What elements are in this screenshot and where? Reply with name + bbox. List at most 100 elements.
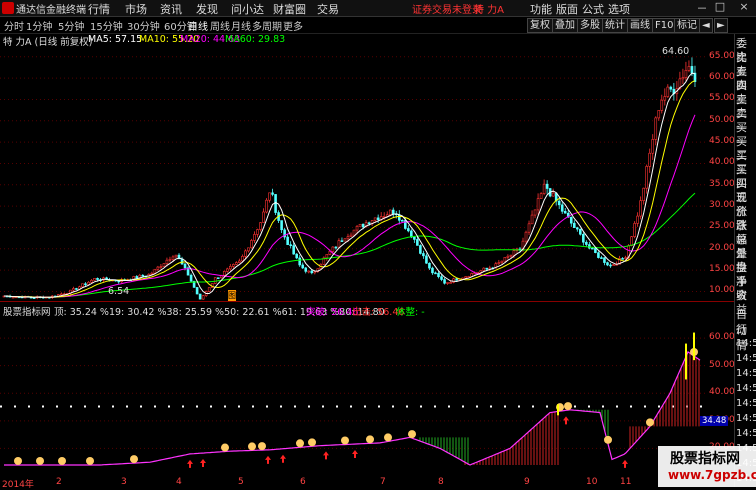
candle-body [657,110,661,119]
candle-body [437,272,440,277]
period-5min[interactable]: 5分钟 [58,18,84,33]
maximize-button[interactable]: □ [712,0,728,15]
candle-body [174,254,178,258]
period-30min[interactable]: 30分钟 [127,18,160,33]
date-tick: 5 [238,477,244,487]
candle-body [171,256,175,260]
menu-shichang[interactable]: 市场 [125,1,147,17]
candle-body [325,254,329,259]
tick-time: 14:56 [736,413,756,424]
period-multi[interactable]: 多周期 [252,18,282,33]
f10-button[interactable]: F10 [652,18,677,33]
menu-gongneng[interactable]: 功能 [530,1,552,17]
candle-body [579,228,582,235]
candle-body [621,258,624,260]
candle-body [533,209,537,216]
prev-button[interactable]: ◄ [699,18,713,33]
price-tick: 15.00 [709,264,735,275]
candle-body [648,152,652,167]
menu-jiaoyi[interactable]: 交易 [317,1,339,17]
period-week[interactable]: 周线 [210,18,230,33]
fuquan-button[interactable]: 复权 [527,18,553,33]
indicator-tick: 60.00 [709,332,735,343]
period-more[interactable]: 更多 [283,18,303,33]
candle-body [355,225,359,231]
date-tick: 2014年 [2,480,34,490]
candle-body [343,238,347,242]
period-fenshi[interactable]: 分时 [4,18,24,33]
draw-line-button[interactable]: 画线 [627,18,653,33]
money-bag-icon [36,456,44,465]
event-marker[interactable]: 图 [228,290,236,301]
menu-xuanxiang[interactable]: 选项 [608,1,630,17]
candle-body [422,253,425,257]
period-day[interactable]: 日线 [188,18,208,33]
money-bag-icon [130,455,138,464]
candle-body [576,227,579,230]
price-tick: 30.00 [709,200,735,211]
candle-body [636,215,639,224]
period-month[interactable]: 月线 [231,18,251,33]
tick-time: 14:56 [736,383,756,394]
ma10-line [4,80,696,298]
candle-body [75,288,78,290]
login-warning[interactable]: 证券交易未登录 [412,1,482,16]
candle-body [207,287,211,292]
money-bag-icon [366,435,374,444]
indicator-chart[interactable] [0,316,708,476]
candle-body [449,282,452,284]
multi-stock-button[interactable]: 多股 [577,18,603,33]
candle-body [159,266,163,268]
period-1min[interactable]: 1分钟 [26,18,52,33]
candle-body [446,282,449,284]
candle-body [428,262,431,269]
candlestick-chart[interactable] [0,44,708,300]
price-tick: 60.00 [709,72,735,83]
menu-banmian[interactable]: 版面 [556,1,578,17]
candle-body [690,66,694,74]
menu-caifuquan[interactable]: 财富圈 [273,1,306,17]
price-tick: 35.00 [709,178,735,189]
candle-body [594,248,597,253]
tick-time: 14:56 [736,368,756,379]
candle-body [485,267,489,270]
stats-button[interactable]: 统计 [602,18,628,33]
price-tick: 45.00 [709,136,735,147]
next-button[interactable]: ► [714,18,728,33]
panel-divider [0,301,734,302]
candle-body [536,198,540,211]
candle-body [352,229,356,236]
menu-zixun[interactable]: 资讯 [160,1,182,17]
indicator-drawing [0,332,708,468]
candle-body [229,266,232,270]
period-15min[interactable]: 15分钟 [90,18,123,33]
date-tick: 10 [586,477,598,487]
menu-gongshi[interactable]: 公式 [582,1,604,17]
candle-body [222,271,226,276]
menu-wenxiaoda[interactable]: 问小达 [231,1,264,17]
candle-body [407,228,410,232]
ma20-line [4,114,696,298]
candle-body [349,234,353,237]
candle-body [313,271,317,274]
candle-body [298,257,302,266]
price-tick: 40.00 [709,157,735,168]
close-button[interactable]: × [736,0,752,15]
candle-body [455,278,458,281]
candle-body [524,231,528,242]
candle-body [289,244,292,246]
price-tick: 55.00 [709,93,735,104]
indicator-tick: 50.00 [709,359,735,370]
minimize-button[interactable]: － [694,0,710,15]
candle-body [334,246,338,249]
menu-hangqing[interactable]: 行情 [88,1,110,17]
candle-body [262,211,265,223]
candle-body [527,223,531,233]
overlay-button[interactable]: 叠加 [552,18,578,33]
candle-body [440,276,443,280]
candle-body [93,278,96,281]
candle-body [247,247,250,252]
candle-body [87,281,90,285]
mark-button[interactable]: 标记 [674,18,700,33]
menu-faxian[interactable]: 发现 [196,1,218,17]
